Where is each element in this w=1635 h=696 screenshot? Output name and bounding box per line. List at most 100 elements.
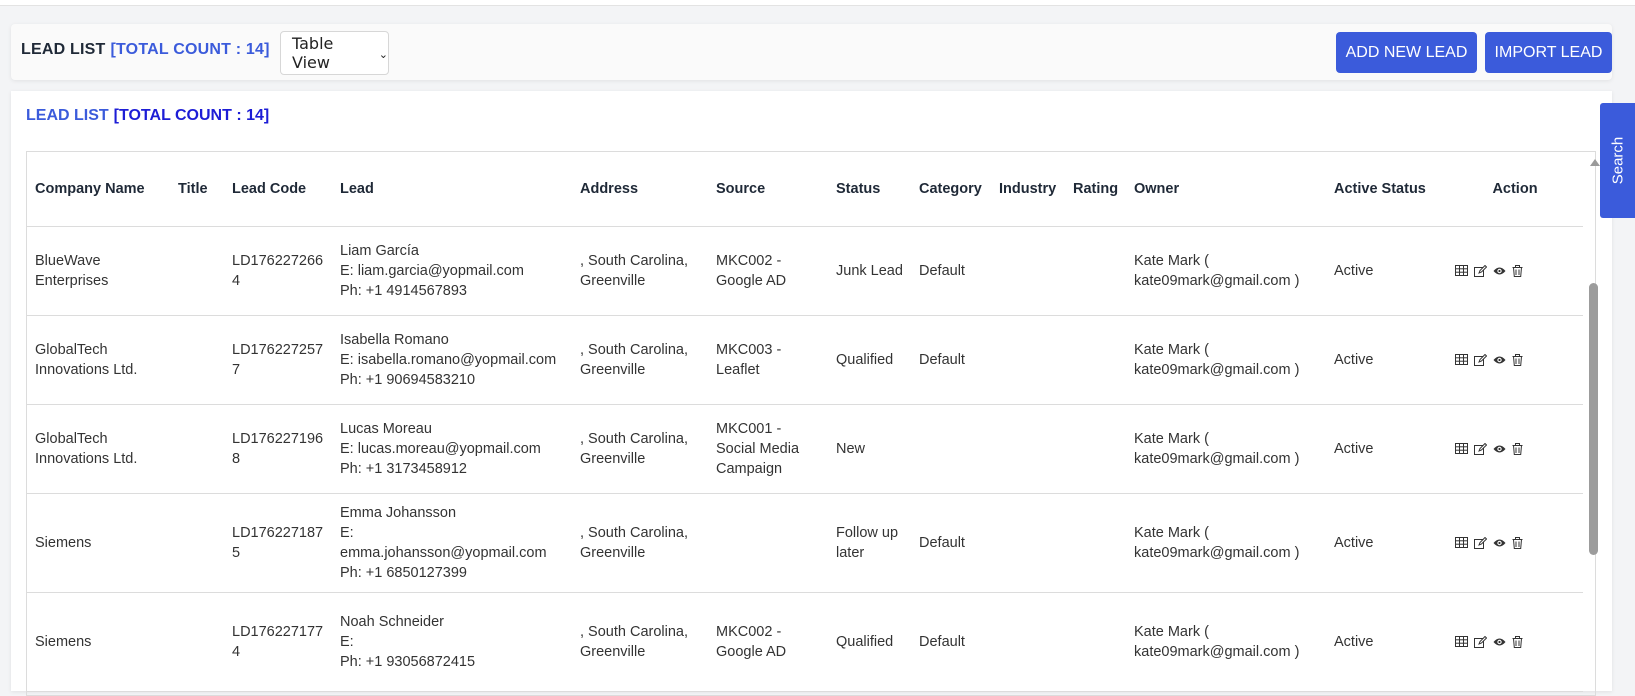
cell-rating	[1065, 493, 1126, 593]
view-select-value: Table View	[292, 34, 334, 72]
trash-icon[interactable]	[1512, 442, 1523, 455]
lead-email: E: isabella.romano@yopmail.com	[340, 351, 557, 368]
search-tab-label: Search	[1609, 136, 1626, 185]
trash-icon[interactable]	[1512, 353, 1523, 366]
view-select-dropdown[interactable]: Table View ⌄	[280, 31, 389, 75]
edit-icon[interactable]	[1474, 536, 1487, 549]
cell-title	[170, 404, 224, 494]
cell-lead-code: LD1762271774	[224, 592, 332, 692]
column-header-company[interactable]: Company Name	[27, 152, 170, 227]
cell-category: Default	[911, 493, 991, 593]
table-row[interactable]: BlueWave Enterprises LD1762272664 Liam G…	[27, 226, 1583, 316]
cell-status: Qualified	[828, 592, 911, 692]
table-row[interactable]: GlobalTech Innovations Ltd. LD1762272577…	[27, 315, 1583, 405]
table-icon[interactable]	[1455, 265, 1468, 276]
lead-name: Liam García	[340, 242, 419, 259]
cell-address: , South Carolina, Greenville	[572, 493, 708, 593]
table-row[interactable]: GlobalTech Innovations Ltd. LD1762271968…	[27, 404, 1583, 494]
column-header-owner[interactable]: Owner	[1126, 152, 1326, 227]
cell-lead-code: LD1762272577	[224, 315, 332, 405]
lead-email: E: lucas.moreau@yopmail.com	[340, 440, 541, 457]
header-title-label: LEAD LIST	[21, 41, 106, 58]
lead-phone: Ph: +1 93056872415	[340, 653, 476, 670]
table-row[interactable]: Siemens LD1762271774 Noah Schneider E: P…	[27, 592, 1583, 692]
search-side-tab[interactable]: Search	[1600, 103, 1635, 218]
add-new-lead-button[interactable]: ADD NEW LEAD	[1336, 32, 1477, 73]
lead-name: Lucas Moreau	[340, 420, 432, 437]
column-header-action: Action	[1447, 152, 1583, 227]
cell-source: MKC003 - Leaflet	[708, 315, 828, 405]
cell-category: Default	[911, 226, 991, 316]
eye-icon[interactable]	[1493, 355, 1506, 365]
lead-name: Noah Schneider	[340, 613, 444, 630]
row-actions	[1455, 353, 1575, 366]
trash-icon[interactable]	[1512, 635, 1523, 648]
cell-owner: Kate Mark ( kate09mark@gmail.com )	[1126, 493, 1326, 593]
table-icon[interactable]	[1455, 443, 1468, 454]
column-header-industry[interactable]: Industry	[991, 152, 1065, 227]
import-lead-button[interactable]: IMPORT LEAD	[1485, 32, 1612, 73]
lead-phone: Ph: +1 6850127399	[340, 564, 467, 581]
scroll-up-arrow-icon[interactable]	[1590, 159, 1600, 166]
top-nav-bar	[0, 0, 1635, 6]
column-header-source[interactable]: Source	[708, 152, 828, 227]
trash-icon[interactable]	[1512, 264, 1523, 277]
cell-source: MKC002 - Google AD	[708, 592, 828, 692]
cell-lead-code: LD1762272664	[224, 226, 332, 316]
edit-icon[interactable]	[1474, 264, 1487, 277]
trash-icon[interactable]	[1512, 536, 1523, 549]
cell-rating	[1065, 404, 1126, 494]
cell-active-status: Active	[1326, 315, 1447, 405]
column-header-category[interactable]: Category	[911, 152, 991, 227]
eye-icon[interactable]	[1493, 444, 1506, 454]
cell-title	[170, 493, 224, 593]
column-header-title[interactable]: Title	[170, 152, 224, 227]
table-row[interactable]: Siemens LD1762271875 Emma Johansson E: e…	[27, 493, 1583, 593]
cell-lead: Isabella Romano E: isabella.romano@yopma…	[332, 315, 572, 405]
cell-owner: Kate Mark ( kate09mark@gmail.com )	[1126, 315, 1326, 405]
cell-owner: Kate Mark ( kate09mark@gmail.com )	[1126, 592, 1326, 692]
cell-category	[911, 404, 991, 494]
table-header-row: Company Name Title Lead Code Lead Addres…	[27, 152, 1583, 227]
cell-status: Qualified	[828, 315, 911, 405]
lead-list-panel: LEAD LIST [TOTAL COUNT : 14] Company Name…	[11, 91, 1612, 696]
cell-industry	[991, 493, 1065, 593]
cell-lead-code: LD1762271968	[224, 404, 332, 494]
table-icon[interactable]	[1455, 636, 1468, 647]
lead-email: E: liam.garcia@yopmail.com	[340, 262, 524, 279]
cell-address: , South Carolina, Greenville	[572, 592, 708, 692]
cell-action	[1447, 315, 1583, 405]
cell-address: , South Carolina, Greenville	[572, 404, 708, 494]
cell-title	[170, 226, 224, 316]
eye-icon[interactable]	[1493, 637, 1506, 647]
table-scrollbar[interactable]	[1588, 155, 1600, 687]
edit-icon[interactable]	[1474, 353, 1487, 366]
edit-icon[interactable]	[1474, 442, 1487, 455]
row-actions	[1455, 635, 1575, 648]
column-header-rating[interactable]: Rating	[1065, 152, 1126, 227]
column-header-lead-code[interactable]: Lead Code	[224, 152, 332, 227]
table-icon[interactable]	[1455, 537, 1468, 548]
lead-phone: Ph: +1 90694583210	[340, 371, 476, 388]
column-header-status[interactable]: Status	[828, 152, 911, 227]
cell-company: BlueWave Enterprises	[27, 226, 170, 316]
cell-source: MKC002 - Google AD	[708, 226, 828, 316]
cell-status: New	[828, 404, 911, 494]
lead-name: Emma Johansson	[340, 504, 457, 521]
cell-action	[1447, 592, 1583, 692]
table-icon[interactable]	[1455, 354, 1468, 365]
eye-icon[interactable]	[1493, 266, 1506, 276]
cell-address: , South Carolina, Greenville	[572, 226, 708, 316]
column-header-lead[interactable]: Lead	[332, 152, 572, 227]
page-header: LEAD LIST [TOTAL COUNT : 14] Table View ⌄…	[11, 24, 1612, 80]
edit-icon[interactable]	[1474, 635, 1487, 648]
scroll-thumb[interactable]	[1589, 283, 1598, 555]
cell-rating	[1065, 226, 1126, 316]
cell-title	[170, 592, 224, 692]
column-header-address[interactable]: Address	[572, 152, 708, 227]
lead-email: E: emma.johansson@yopmail.com	[340, 524, 547, 561]
lead-name: Isabella Romano	[340, 331, 449, 348]
column-header-active-status[interactable]: Active Status	[1326, 152, 1447, 227]
cell-lead: Noah Schneider E: Ph: +1 93056872415	[332, 592, 572, 692]
eye-icon[interactable]	[1493, 538, 1506, 548]
